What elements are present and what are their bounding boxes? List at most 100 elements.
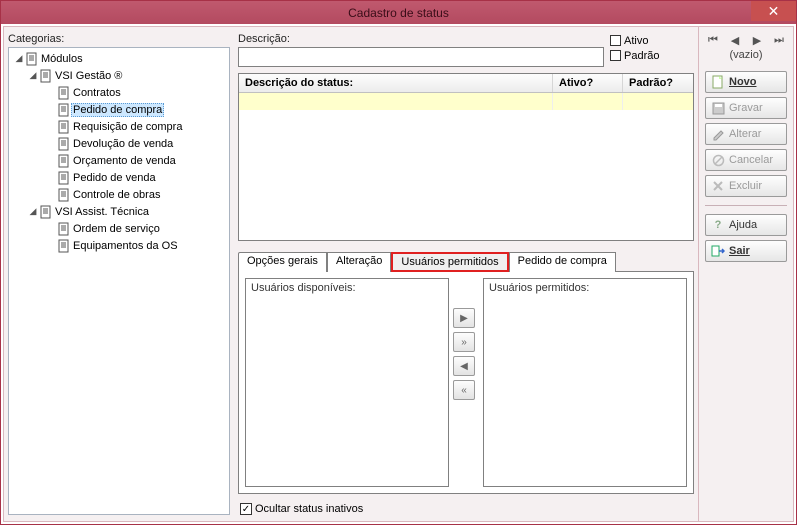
new-button[interactable]: Novo	[705, 71, 787, 93]
move-all-left-button[interactable]: «	[453, 380, 475, 400]
grid-col-active: Ativo?	[553, 74, 623, 92]
document-icon	[25, 52, 39, 66]
main-panel: Descrição: Ativo Padrão Descrição do sta…	[234, 27, 698, 521]
move-right-button[interactable]: ▶	[453, 308, 475, 328]
available-users-label: Usuários disponíveis:	[246, 279, 448, 297]
tree-item-controle-obras[interactable]: Controle de obras	[9, 186, 229, 203]
tree-item-ordem-servico[interactable]: Ordem de serviço	[9, 220, 229, 237]
transfer-buttons: ▶ » ◀ «	[453, 278, 479, 487]
grid-header: Descrição do status: Ativo? Padrão?	[239, 74, 693, 93]
help-icon: ?	[711, 219, 725, 231]
delete-button[interactable]: Excluir	[705, 175, 787, 197]
tree-label: VSI Gestão ®	[53, 70, 124, 82]
save-button[interactable]: Gravar	[705, 97, 787, 119]
window-body: Categorias: ◢ Módulos ◢ VSI Gestão ® Con…	[3, 26, 794, 522]
prev-record-button[interactable]: ◀	[727, 33, 743, 47]
grid-row-empty[interactable]	[239, 93, 693, 110]
exit-icon	[711, 245, 725, 257]
move-all-right-button[interactable]: »	[453, 332, 475, 352]
default-label: Padrão	[624, 50, 659, 62]
window-title: Cadastro de status	[1, 6, 796, 20]
record-status: (vazio)	[705, 49, 787, 61]
record-nav: ⏮ ◀ ▶ ⏭	[705, 33, 787, 47]
tree-label: Pedido de compra	[71, 103, 164, 117]
document-icon	[57, 188, 71, 202]
cancel-button[interactable]: Cancelar	[705, 149, 787, 171]
tree-label: Módulos	[39, 53, 85, 65]
separator	[705, 205, 787, 206]
tree-item-pedido-venda[interactable]: Pedido de venda	[9, 169, 229, 186]
exit-button[interactable]: Sair	[705, 240, 787, 262]
categories-panel: Categorias: ◢ Módulos ◢ VSI Gestão ® Con…	[4, 27, 234, 521]
available-users-list[interactable]: Usuários disponíveis:	[245, 278, 449, 487]
document-icon	[57, 103, 71, 117]
first-record-button[interactable]: ⏮	[705, 33, 721, 47]
save-label: Gravar	[729, 102, 763, 114]
tree-item-requisicao-compra[interactable]: Requisição de compra	[9, 118, 229, 135]
tree-root[interactable]: ◢ Módulos	[9, 50, 229, 67]
collapse-icon[interactable]: ◢	[13, 53, 25, 64]
tree-item-devolucao-venda[interactable]: Devolução de venda	[9, 135, 229, 152]
document-icon	[57, 239, 71, 253]
hide-inactive-checkbox[interactable]: ✓ Ocultar status inativos	[240, 503, 363, 515]
document-icon	[57, 171, 71, 185]
delete-label: Excluir	[729, 180, 762, 192]
tree-group-assist[interactable]: ◢ VSI Assist. Técnica	[9, 203, 229, 220]
new-label: Novo	[729, 76, 757, 88]
active-label: Ativo	[624, 35, 648, 47]
default-checkbox[interactable]: Padrão	[610, 48, 694, 63]
last-record-button[interactable]: ⏭	[771, 33, 787, 47]
next-record-button[interactable]: ▶	[749, 33, 765, 47]
tab-strip: Opções gerais Alteração Usuários permiti…	[238, 252, 692, 272]
document-icon	[57, 86, 71, 100]
tree-item-contratos[interactable]: Contratos	[9, 84, 229, 101]
grid-col-default: Padrão?	[623, 74, 693, 92]
tree-label: VSI Assist. Técnica	[53, 206, 151, 218]
window: Cadastro de status ✕ Categorias: ◢ Módul…	[0, 0, 797, 525]
allowed-users-list[interactable]: Usuários permitidos:	[483, 278, 687, 487]
description-input[interactable]	[238, 47, 604, 67]
categories-label: Categorias:	[8, 33, 230, 45]
tree-group-gestao[interactable]: ◢ VSI Gestão ®	[9, 67, 229, 84]
document-icon	[57, 222, 71, 236]
tree-label: Pedido de venda	[71, 172, 158, 184]
delete-icon	[711, 180, 725, 192]
allowed-users-label: Usuários permitidos:	[484, 279, 686, 297]
cancel-icon	[711, 154, 725, 167]
tree-item-equipamentos-os[interactable]: Equipamentos da OS	[9, 237, 229, 254]
document-icon	[39, 69, 53, 83]
help-label: Ajuda	[729, 219, 757, 231]
edit-button[interactable]: Alterar	[705, 123, 787, 145]
help-button[interactable]: ? Ajuda	[705, 214, 787, 236]
save-icon	[711, 102, 725, 115]
hide-inactive-label: Ocultar status inativos	[255, 503, 363, 515]
pencil-icon	[711, 128, 725, 141]
collapse-icon[interactable]: ◢	[27, 70, 39, 81]
categories-tree[interactable]: ◢ Módulos ◢ VSI Gestão ® Contratos Pedid…	[8, 47, 230, 515]
tree-item-orcamento-venda[interactable]: Orçamento de venda	[9, 152, 229, 169]
document-icon	[57, 154, 71, 168]
tabs-area: Opções gerais Alteração Usuários permiti…	[238, 271, 694, 494]
titlebar: Cadastro de status ✕	[1, 1, 796, 24]
tree-label: Equipamentos da OS	[71, 240, 180, 252]
grid-col-description: Descrição do status:	[239, 74, 553, 92]
edit-label: Alterar	[729, 128, 761, 140]
status-grid[interactable]: Descrição do status: Ativo? Padrão?	[238, 73, 694, 241]
cancel-label: Cancelar	[729, 154, 773, 166]
active-checkbox[interactable]: Ativo	[610, 33, 694, 48]
tab-pedido-compra[interactable]: Pedido de compra	[509, 252, 616, 272]
action-panel: ⏮ ◀ ▶ ⏭ (vazio) Novo Gravar Alterar Canc…	[698, 27, 793, 521]
tree-label: Contratos	[71, 87, 123, 99]
tree-item-pedido-compra[interactable]: Pedido de compra	[9, 101, 229, 118]
document-icon	[39, 205, 53, 219]
tree-label: Devolução de venda	[71, 138, 175, 150]
description-label: Descrição:	[238, 33, 604, 45]
move-left-button[interactable]: ◀	[453, 356, 475, 376]
tab-usuarios-permitidos[interactable]: Usuários permitidos	[391, 252, 508, 272]
tab-alteracao[interactable]: Alteração	[327, 252, 391, 272]
collapse-icon[interactable]: ◢	[27, 206, 39, 217]
close-button[interactable]: ✕	[751, 1, 796, 21]
tab-content: Usuários disponíveis: ▶ » ◀ « Usuários p…	[239, 272, 693, 493]
document-icon	[57, 120, 71, 134]
tab-opcoes-gerais[interactable]: Opções gerais	[238, 252, 327, 272]
